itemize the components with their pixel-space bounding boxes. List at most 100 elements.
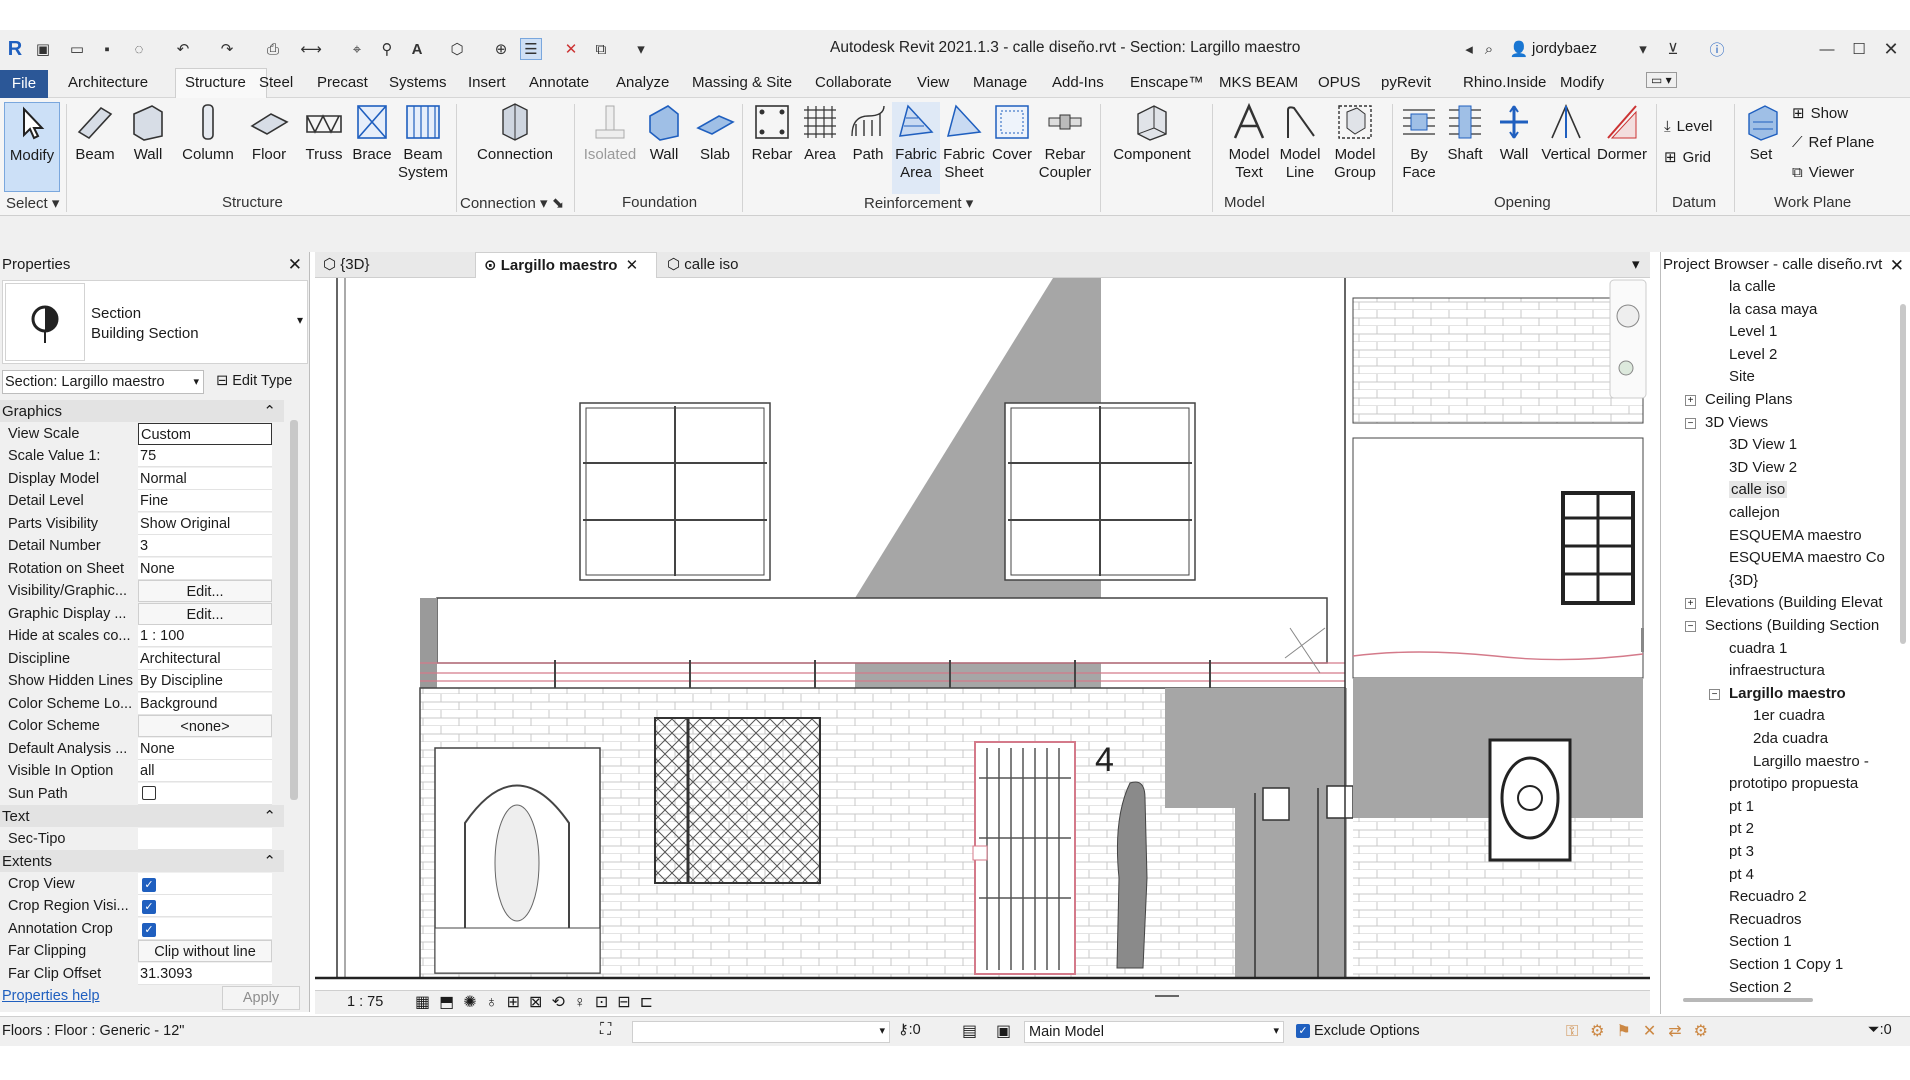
user-name[interactable]: jordybaez	[1532, 40, 1597, 57]
print-icon[interactable]: ⎙	[262, 38, 284, 60]
dormer-button[interactable]: Dormer	[1594, 102, 1650, 194]
horizontal-scroll-handle[interactable]	[1155, 995, 1179, 997]
tab-analyze[interactable]: Analyze	[616, 74, 669, 91]
model-text-button[interactable]: Model Text	[1224, 102, 1274, 194]
property-value[interactable]	[138, 827, 272, 850]
close-icon[interactable]: ✕	[288, 252, 302, 278]
browser-item[interactable]: pt 1	[1729, 798, 1754, 815]
tab-largillo-maestro[interactable]: ⊙ Largillo maestro ✕	[475, 252, 657, 278]
checkbox[interactable]: ✓	[142, 922, 156, 937]
tab-massing-site[interactable]: Massing & Site	[692, 74, 792, 91]
model-line-button[interactable]: Model Line	[1276, 102, 1324, 194]
tab-precast[interactable]: Precast	[317, 74, 368, 91]
browser-scrollbar[interactable]	[1900, 304, 1906, 644]
tab-enscape[interactable]: Enscape™	[1130, 74, 1203, 91]
opening-by-face-button[interactable]: By Face	[1398, 102, 1440, 194]
browser-item[interactable]: Level 1	[1729, 323, 1777, 340]
property-value[interactable]: 31.3093	[138, 962, 272, 985]
browser-item[interactable]: infraestructura	[1729, 662, 1825, 679]
fabric-sheet-button[interactable]: Fabric Sheet	[940, 102, 988, 194]
property-edit-button[interactable]: Edit...	[138, 602, 272, 625]
tree-expand-icon[interactable]: −	[1709, 688, 1720, 700]
customize-qat-icon[interactable]: ▾	[630, 38, 652, 60]
browser-item[interactable]: calle iso	[1729, 481, 1788, 499]
3d-view-icon[interactable]: ⬡	[446, 38, 468, 60]
browser-item[interactable]: Site	[1729, 368, 1755, 385]
column-button[interactable]: Column	[178, 102, 238, 194]
shaft-button[interactable]: Shaft	[1442, 102, 1488, 194]
tab-mks-beam[interactable]: MKS BEAM	[1219, 74, 1298, 91]
browser-h-scrollbar[interactable]	[1683, 998, 1813, 1002]
vertical-opening-button[interactable]: Vertical	[1538, 102, 1594, 194]
editable-count[interactable]: ⚷:0	[898, 1022, 921, 1038]
property-value[interactable]: Background	[138, 692, 272, 715]
property-value[interactable]: ✓	[138, 872, 272, 895]
view-control-icons[interactable]: ▦⬒✺♁⊞⊠⟲♀⊡⊟⊏	[415, 992, 662, 1012]
browser-item[interactable]: Elevations (Building Elevat	[1705, 594, 1883, 611]
sync-icon[interactable]: ◌	[128, 38, 150, 60]
browser-item[interactable]: 3D View 1	[1729, 436, 1797, 453]
wall-foundation-button[interactable]: Wall	[642, 102, 686, 194]
browser-item[interactable]: Section 2	[1729, 979, 1792, 996]
floor-button[interactable]: Floor	[244, 102, 294, 194]
browser-item[interactable]: Recuadros	[1729, 911, 1802, 928]
text-icon[interactable]: A	[406, 38, 428, 60]
browser-item[interactable]: ESQUEMA maestro Co	[1729, 549, 1885, 566]
workset-dropdown[interactable]: ▾	[632, 1021, 890, 1043]
model-icon[interactable]: ▣	[996, 1021, 1011, 1041]
component-button[interactable]: Component	[1112, 102, 1192, 194]
tab-insert[interactable]: Insert	[468, 74, 506, 91]
measure-icon[interactable]: ⟷	[300, 38, 322, 60]
browser-item[interactable]: Largillo maestro -	[1753, 753, 1869, 770]
fabric-area-button[interactable]: Fabric Area	[892, 102, 940, 194]
drawing-canvas[interactable]: 4	[315, 278, 1650, 988]
browser-item[interactable]: 1er cuadra	[1753, 707, 1825, 724]
minimize-icon[interactable]: —	[1816, 38, 1838, 60]
chevron-down-icon[interactable]: ▾	[1632, 38, 1654, 60]
browser-item[interactable]: pt 2	[1729, 820, 1754, 837]
filter-count[interactable]: ⏷:0	[1868, 1022, 1892, 1038]
tab-view[interactable]: View	[917, 74, 949, 91]
modify-button[interactable]: Modify	[4, 102, 60, 192]
open-icon[interactable]: ▭	[66, 38, 88, 60]
property-value[interactable]: Show Original	[138, 512, 272, 535]
model-group-button[interactable]: Model Group	[1326, 102, 1384, 194]
chevron-left-icon[interactable]: ◂	[1458, 38, 1480, 60]
browser-item[interactable]: Ceiling Plans	[1705, 391, 1793, 408]
browser-item[interactable]: prototipo propuesta	[1729, 775, 1858, 792]
tab-systems[interactable]: Systems	[389, 74, 447, 91]
collapse-icon[interactable]: ⌃	[263, 852, 276, 870]
tab-calle-iso[interactable]: ⬡ calle iso	[659, 252, 799, 278]
property-group-header[interactable]: Extents ⌃	[0, 850, 284, 872]
tab-manage[interactable]: Manage	[973, 74, 1027, 91]
browser-item[interactable]: Sections (Building Section	[1705, 617, 1879, 634]
cart-icon[interactable]: ⊻	[1662, 38, 1684, 60]
browser-item[interactable]: la casa maya	[1729, 301, 1817, 318]
area-button[interactable]: Area	[798, 102, 842, 194]
close-window-icon[interactable]: ✕	[1880, 38, 1902, 60]
close-hidden-icon[interactable]: ✕	[560, 38, 582, 60]
design-options-icon[interactable]: ▤	[962, 1021, 977, 1041]
cover-button[interactable]: Cover	[990, 102, 1034, 194]
maximize-icon[interactable]: ☐	[1848, 38, 1870, 60]
wall-opening-button[interactable]: Wall	[1492, 102, 1536, 194]
tab-annotate[interactable]: Annotate	[529, 74, 589, 91]
tab-pyrevit[interactable]: pyRevit	[1381, 74, 1431, 91]
property-value[interactable]: Architectural	[138, 647, 272, 670]
browser-item[interactable]: la calle	[1729, 278, 1776, 295]
tab-modify[interactable]: Modify	[1560, 74, 1604, 91]
tree-expand-icon[interactable]: −	[1685, 417, 1696, 429]
path-button[interactable]: Path	[846, 102, 890, 194]
tab-steel[interactable]: Steel	[259, 74, 293, 91]
selection-filter-icons[interactable]: ⚿⚙⚑✕⇄⚙	[1566, 1021, 1720, 1041]
tree-expand-icon[interactable]: +	[1685, 395, 1696, 406]
dimension-icon[interactable]: ⌖	[346, 38, 368, 60]
property-edit-button[interactable]: Edit...	[138, 580, 272, 602]
slab-button[interactable]: Slab	[690, 102, 740, 194]
thin-lines-icon[interactable]: ☰	[520, 38, 542, 60]
show-work-plane-button[interactable]: ⊞ Show	[1792, 104, 1848, 123]
browser-item[interactable]: ESQUEMA maestro	[1729, 527, 1862, 544]
design-option-dropdown[interactable]: Main Model ▾	[1024, 1021, 1284, 1043]
set-work-plane-button[interactable]: Set	[1742, 102, 1780, 194]
save-icon[interactable]: ▪	[96, 38, 118, 60]
